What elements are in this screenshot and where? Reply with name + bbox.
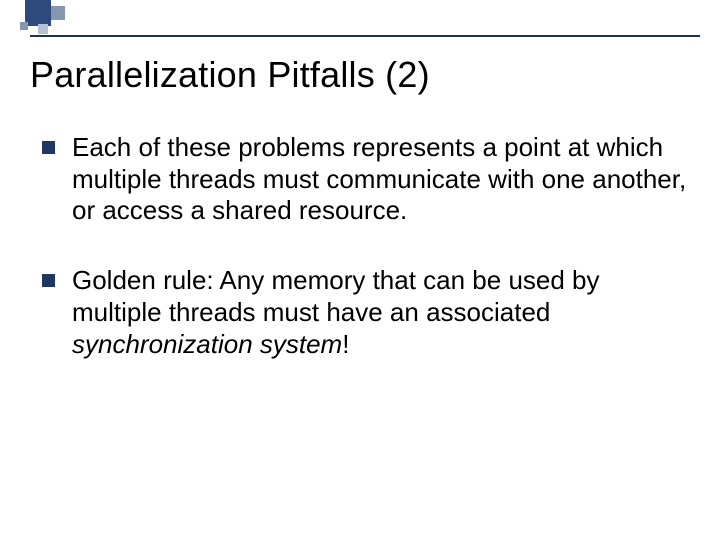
list-item: Each of these problems represents a poin… [42,132,690,227]
bullet-text: Each of these problems represents a poin… [72,132,686,225]
header-rule [30,35,700,37]
deco-square [25,0,51,26]
square-bullet-icon [42,141,55,154]
bullet-list: Each of these problems represents a poin… [30,132,690,360]
square-bullet-icon [42,274,55,287]
corner-decoration [0,0,120,40]
list-item: Golden rule: Any memory that can be used… [42,265,690,360]
deco-square [51,6,65,20]
bullet-text-suffix: ! [342,329,349,359]
deco-square [38,24,48,34]
slide-content: Parallelization Pitfalls (2) Each of the… [30,54,690,398]
deco-square [20,22,28,30]
bullet-text-emphasis: synchronization system [72,329,342,359]
slide-title: Parallelization Pitfalls (2) [30,54,690,96]
bullet-text-prefix: Golden rule: Any memory that can be used… [72,265,600,327]
